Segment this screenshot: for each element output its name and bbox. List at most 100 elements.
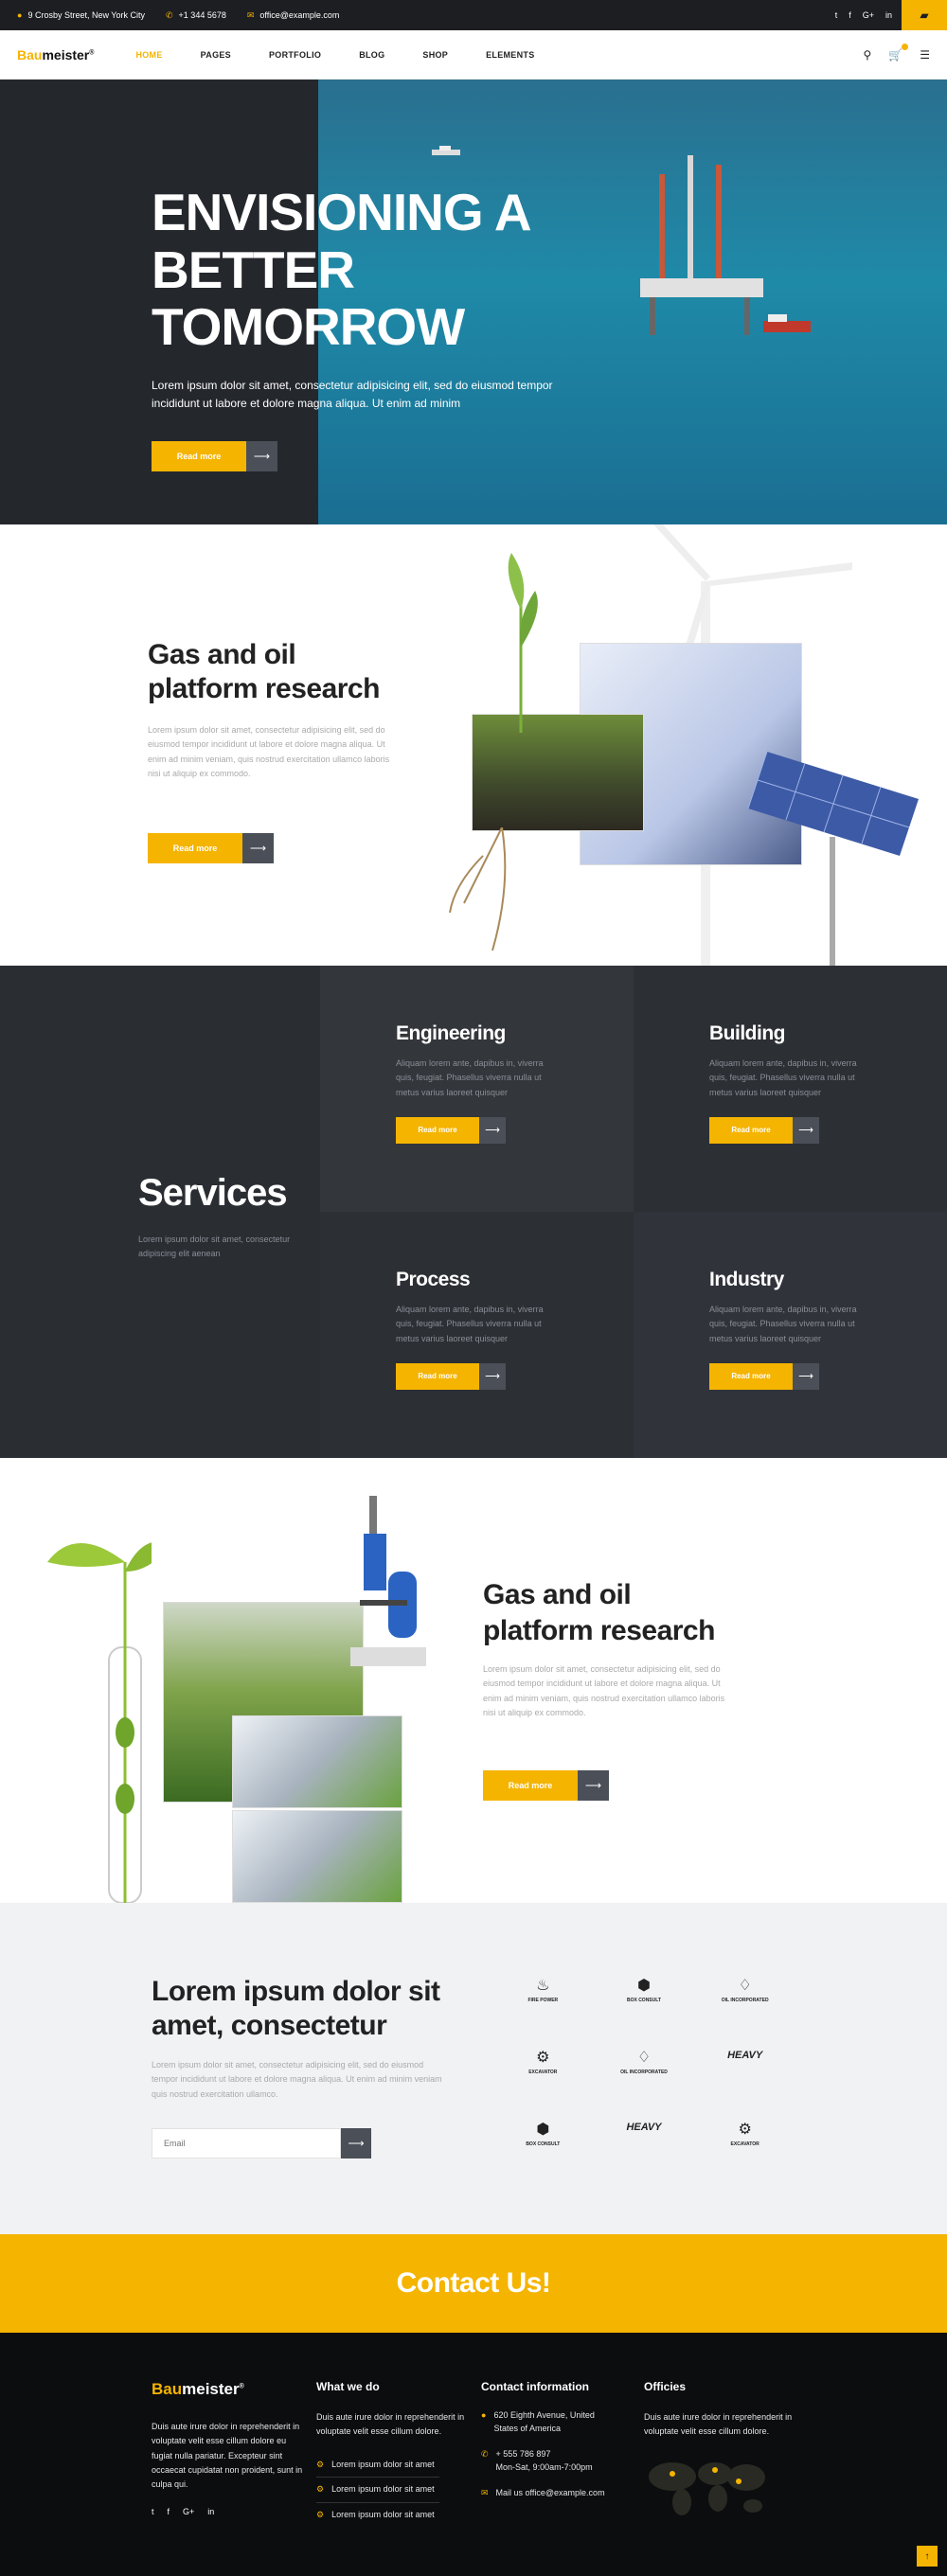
service-read-more-button[interactable]: Read more <box>396 1362 479 1390</box>
contact-phone[interactable]: ✆ + 555 786 897 Mon-Sat, 9:00am-7:00pm <box>481 2447 605 2475</box>
footer-logo[interactable]: Baumeister® <box>152 2380 308 2399</box>
service-title: Process <box>396 1269 471 1290</box>
footer-offices: Officies Duis aute irure dolor in repreh… <box>644 2380 795 2524</box>
service-button-group: Read more ⟶ <box>709 1116 947 1144</box>
twitter-icon[interactable]: t <box>152 2507 154 2516</box>
service-text: Aliquam lorem ante, dapibus in, viverra … <box>709 1305 857 1343</box>
contact-hours-text: Mon-Sat, 9:00am-7:00pm <box>495 2462 593 2473</box>
scroll-to-top-icon[interactable]: ↑ <box>917 2546 938 2567</box>
list-item-label: Lorem ipsum dolor sit amet <box>331 2509 435 2519</box>
list-item-label: Lorem ipsum dolor sit amet <box>331 2484 435 2495</box>
menu-icon[interactable]: ☰ <box>920 48 930 62</box>
partner-logo[interactable]: ⬢ Box Consult <box>492 2123 594 2148</box>
linkedin-icon[interactable]: in <box>885 10 892 20</box>
partner-logo[interactable]: ♨ Fire Power <box>492 1979 594 2004</box>
nav-blog[interactable]: BLOG <box>359 50 384 60</box>
site-logo[interactable]: Baumeister® <box>17 47 94 62</box>
contact-phone-text: + 555 786 897 <box>495 2448 551 2459</box>
google-plus-icon[interactable]: G+ <box>863 10 874 20</box>
nav-pages[interactable]: PAGES <box>201 50 231 60</box>
twitter-icon[interactable]: t <box>835 10 838 20</box>
logo-prefix: Bau <box>17 46 43 62</box>
arrow-right-icon[interactable]: ⟶ <box>341 2128 371 2159</box>
partner-name: Excavator <box>730 2141 759 2147</box>
test-tube-plant-illustration <box>47 1542 152 1903</box>
facebook-icon[interactable]: f <box>849 10 851 20</box>
services-intro: Services Lorem ipsum dolor sit amet, con… <box>0 966 320 1458</box>
contact-banner[interactable]: Contact Us! <box>0 2234 947 2333</box>
footer-what-we-do: What we do Duis aute irure dolor in repr… <box>316 2380 468 2527</box>
arrow-right-icon[interactable]: ⟶ <box>578 1770 609 1801</box>
arrow-right-icon[interactable]: ⟶ <box>479 1116 506 1144</box>
partner-name: Box Consult <box>526 2141 561 2147</box>
email-text[interactable]: office@example.com <box>259 10 339 20</box>
service-card-industry: Industry Aliquam lorem ante, dapibus in,… <box>634 1212 947 1458</box>
service-read-more-button[interactable]: Read more <box>396 1116 479 1144</box>
hero-read-more-button[interactable]: Read more <box>152 440 246 471</box>
heavy-logo: HEAVY <box>626 2122 662 2133</box>
list-item[interactable]: ⚙ Lorem ipsum dolor sit amet <box>316 2453 439 2478</box>
phone-icon: ✆ <box>166 9 173 20</box>
list-item[interactable]: ⚙ Lorem ipsum dolor sit amet <box>316 2478 439 2503</box>
nav-elements[interactable]: ELEMENTS <box>486 50 534 60</box>
gear-icon: ⚙ <box>316 2484 325 2495</box>
service-button-group: Read more ⟶ <box>396 1362 634 1390</box>
newsletter-title: Lorem ipsum dolor sit amet, consectetur <box>152 1975 440 2043</box>
contact-banner-title[interactable]: Contact Us! <box>397 2267 551 2300</box>
partner-logo[interactable]: ⚙ Excavator <box>694 2123 795 2148</box>
research1-title: Gas and oil platform research <box>148 638 380 706</box>
nav-shop[interactable]: SHOP <box>422 50 448 60</box>
service-read-more-button[interactable]: Read more <box>709 1362 793 1390</box>
contact-email[interactable]: ✉ Mail us office@example.com <box>481 2486 605 2499</box>
research1-title-line2: platform research <box>148 673 380 704</box>
google-plus-icon[interactable]: G+ <box>183 2507 194 2516</box>
arrow-right-icon[interactable]: ⟶ <box>479 1362 506 1390</box>
footer-what-we-do-text: Duis aute irure dolor in reprehenderit i… <box>316 2412 465 2437</box>
footer-about-text: Duis aute irure dolor in reprehenderit i… <box>152 2422 303 2490</box>
map-icon[interactable]: ▰ <box>902 0 947 30</box>
arrow-right-icon[interactable]: ⟶ <box>246 440 277 471</box>
phone-item[interactable]: ✆ +1 344 5678 <box>166 10 226 21</box>
plant-roots-illustration <box>449 827 507 951</box>
footer-social: t f G+ in <box>152 2507 308 2516</box>
partner-logo[interactable]: ♢ Oil Incorporated <box>594 2050 695 2076</box>
contact-email-text: Mail us office@example.com <box>495 2487 605 2497</box>
lab-seedling-image-2 <box>232 1810 402 1903</box>
partner-logo[interactable]: ♢ Oil Incorporated <box>694 1979 795 2004</box>
cart-icon[interactable]: 🛒 <box>888 43 909 62</box>
hero-text: Lorem ipsum dolor sit amet, consectetur … <box>152 378 553 410</box>
oil-drop-icon: ♢ <box>636 2050 652 2066</box>
facebook-icon[interactable]: f <box>168 2507 170 2516</box>
nav-portfolio[interactable]: PORTFOLIO <box>269 50 321 60</box>
partner-logo[interactable]: ⬢ Box Consult <box>594 1979 695 2004</box>
research1-read-more-button[interactable]: Read more <box>148 833 242 863</box>
logo-reg: ® <box>239 2383 244 2390</box>
research2-title-line1: Gas and oil <box>483 1579 632 1610</box>
search-icon[interactable]: ⚲ <box>863 48 871 62</box>
services-title: Services <box>138 1172 288 1214</box>
hero-title: ENVISIONING A BETTER TOMORROW <box>152 184 644 356</box>
arrow-right-icon[interactable]: ⟶ <box>793 1362 819 1390</box>
logo-prefix: Bau <box>152 2380 183 2398</box>
research2-read-more-button[interactable]: Read more <box>483 1770 578 1801</box>
hero-title-line2: BETTER TOMORROW <box>152 240 465 356</box>
gear-icon: ⚙ <box>536 2050 550 2066</box>
list-item[interactable]: ⚙ Lorem ipsum dolor sit amet <box>316 2503 439 2528</box>
email-item[interactable]: ✉ office@example.com <box>247 10 340 21</box>
service-button-group: Read more ⟶ <box>709 1362 947 1390</box>
service-read-more-button[interactable]: Read more <box>709 1116 793 1144</box>
nav-home[interactable]: HOME <box>135 50 162 60</box>
partner-logo[interactable]: ⚙ Excavator <box>492 2050 594 2076</box>
phone-text[interactable]: +1 344 5678 <box>179 10 226 20</box>
partner-logo[interactable]: HEAVY <box>694 2051 795 2075</box>
mail-icon: ✉ <box>246 9 255 20</box>
linkedin-icon[interactable]: in <box>207 2507 214 2516</box>
world-map-illustration <box>649 2461 765 2515</box>
gear-icon: ⚙ <box>316 2459 325 2469</box>
arrow-right-icon[interactable]: ⟶ <box>793 1116 819 1144</box>
arrow-right-icon[interactable]: ⟶ <box>242 833 274 863</box>
email-input[interactable] <box>152 2128 341 2159</box>
footer-about: Baumeister® Duis aute irure dolor in rep… <box>152 2380 308 2516</box>
footer-contact: Contact information ● 620 Eighth Avenue, … <box>481 2380 605 2511</box>
partner-logo[interactable]: HEAVY <box>594 2123 695 2147</box>
